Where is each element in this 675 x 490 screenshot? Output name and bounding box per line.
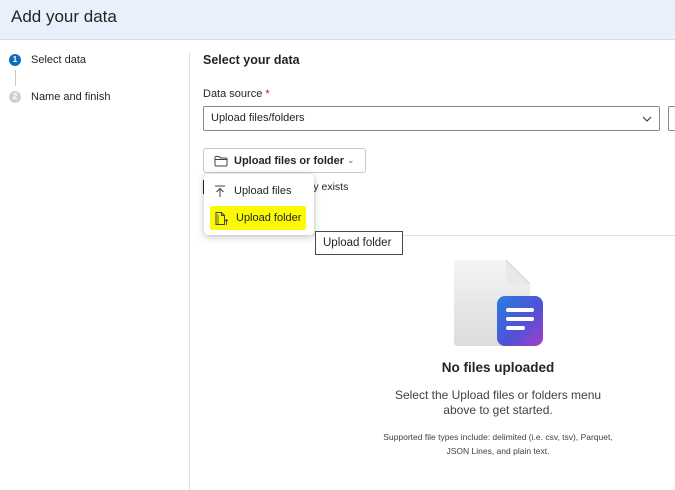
upload-files-or-folder-button[interactable]: Upload files or folder ⌄: [203, 148, 366, 173]
menu-item-label: Upload files: [234, 185, 292, 197]
vertical-divider: [189, 52, 190, 490]
step-label: Select data: [31, 54, 87, 66]
data-source-label-text: Data source: [203, 88, 263, 100]
overwrite-option-text: ly exists: [311, 181, 349, 193]
step-number-badge: 1: [9, 54, 21, 66]
folder-upload-icon: [215, 211, 228, 225]
step-label: Name and finish: [31, 91, 111, 103]
menu-item-upload-files[interactable]: Upload files: [210, 179, 306, 203]
chevron-down-icon: ⌄: [347, 155, 355, 165]
wizard-stepper: 1 Select data 2 Name and finish: [0, 40, 190, 490]
step-name-and-finish[interactable]: 2 Name and finish: [9, 91, 111, 103]
supported-file-types-note: Supported file types include: delimited …: [383, 432, 613, 456]
required-indicator: *: [265, 88, 270, 100]
data-source-label: Data source *: [203, 88, 270, 100]
dialog-title: Add your data: [11, 7, 117, 26]
upload-button-label: Upload files or folder: [234, 154, 345, 167]
folder-icon: [214, 155, 228, 166]
data-source-dropdown[interactable]: Upload files/folders: [203, 106, 660, 131]
step-select-data[interactable]: 1 Select data: [9, 54, 86, 66]
section-title: Select your data: [203, 53, 300, 67]
menu-item-label: Upload folder: [236, 212, 302, 224]
chevron-down-icon: [642, 116, 652, 122]
dialog-header: Add your data: [0, 0, 675, 40]
upload-arrow-icon: [215, 185, 225, 197]
empty-state-description: Select the Upload files or folders menu …: [394, 388, 602, 417]
step-number-badge: 2: [9, 91, 21, 103]
empty-state-title: No files uploaded: [441, 360, 555, 375]
data-source-value: Upload files/folders: [211, 112, 305, 124]
adjacent-control[interactable]: [668, 106, 675, 131]
tooltip: Upload folder: [315, 231, 403, 255]
menu-item-upload-folder[interactable]: Upload folder: [210, 206, 306, 230]
document-illustration-icon: [454, 259, 543, 346]
step-connector: [15, 70, 16, 86]
upload-menu: Upload files Upload folder: [204, 174, 314, 235]
